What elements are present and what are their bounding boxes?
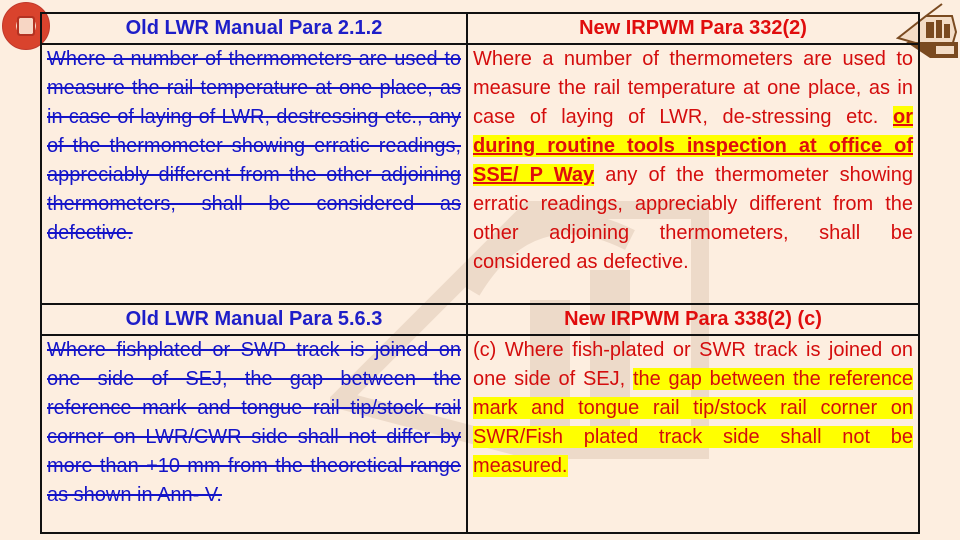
comparison-table: Old LWR Manual Para 2.1.2 New IRPWM Para… <box>40 12 920 534</box>
old-heading-1: Old LWR Manual Para 2.1.2 <box>40 12 468 45</box>
new-text-2: (c) Where fish-plated or SWR track is jo… <box>466 334 920 534</box>
section-2-text-row: Where fishplated or SWP track is joined … <box>40 334 920 534</box>
old-heading-2: Old LWR Manual Para 5.6.3 <box>40 303 468 336</box>
new-text-1: Where a number of thermometers are used … <box>466 43 920 305</box>
section-1-text-row: Where a number of thermometers are used … <box>40 43 920 305</box>
new-text-1-before: Where a number of thermometers are used … <box>473 48 913 128</box>
old-text-1: Where a number of thermometers are used … <box>40 43 468 305</box>
new-heading-1: New IRPWM Para 332(2) <box>466 12 920 45</box>
section-2-header-row: Old LWR Manual Para 5.6.3 New IRPWM Para… <box>40 303 920 336</box>
section-1-header-row: Old LWR Manual Para 2.1.2 New IRPWM Para… <box>40 12 920 45</box>
old-text-2: Where fishplated or SWP track is joined … <box>40 334 468 534</box>
new-heading-2: New IRPWM Para 338(2) (c) <box>466 303 920 336</box>
